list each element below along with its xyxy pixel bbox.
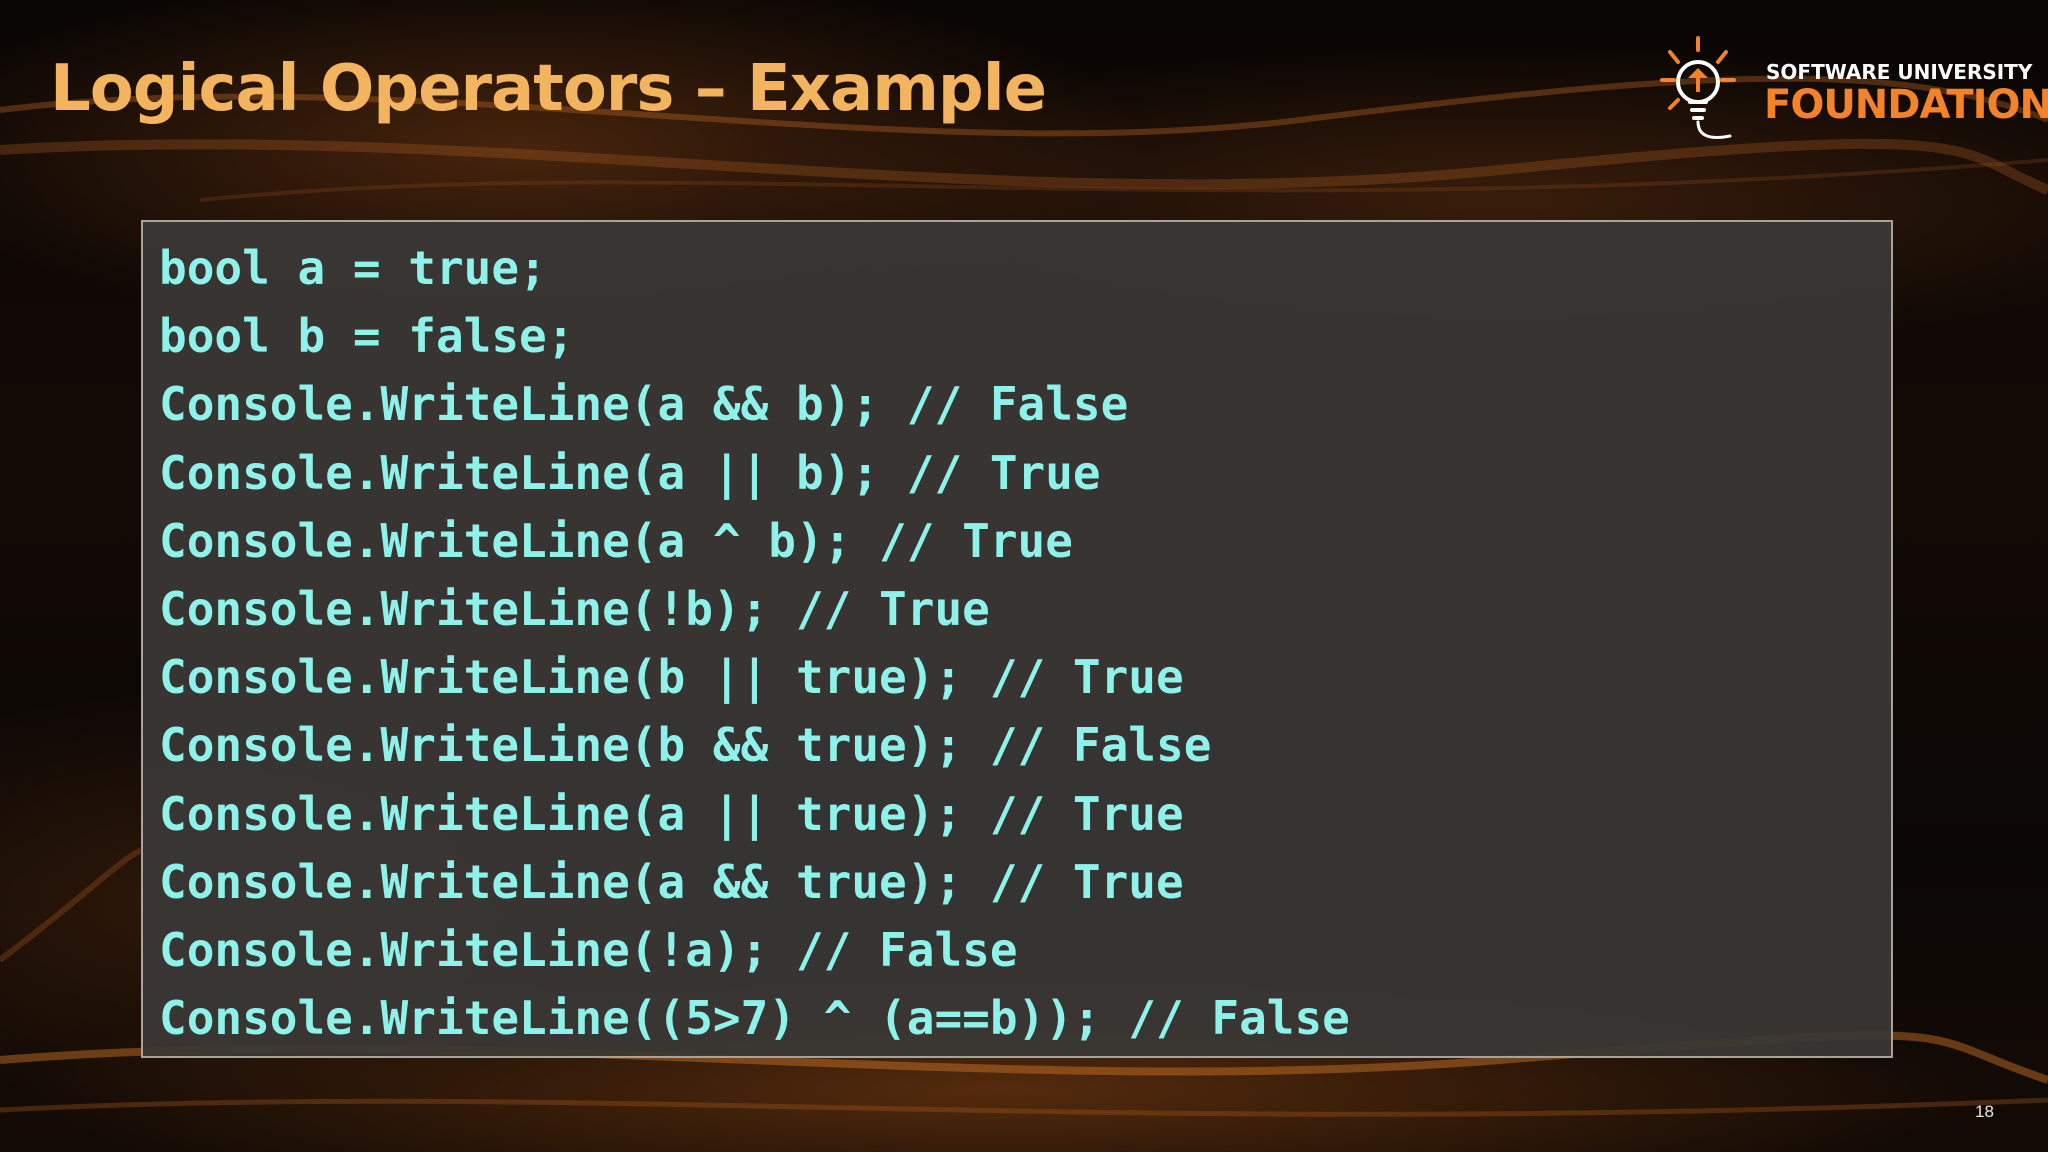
page-title: Logical Operators – Example: [50, 52, 1047, 126]
code-line: Console.WriteLine(b || true); // True: [159, 650, 1184, 705]
code-line: Console.WriteLine(!b); // True: [159, 581, 990, 636]
lightbulb-icon: [1660, 36, 1736, 139]
code-line: Console.WriteLine(b && true); // False: [159, 718, 1212, 773]
code-block: bool a = true; bool b = false; Console.W…: [141, 220, 1893, 1058]
code-line: Console.WriteLine(a && b); // False: [159, 377, 1129, 432]
softuni-foundation-logo: SOFTWARE UNIVERSITY FOUNDATION: [1650, 32, 2048, 152]
logo-text-top: SOFTWARE UNIVERSITY: [1766, 60, 2033, 84]
code-line: Console.WriteLine(a ^ b); // True: [159, 513, 1073, 568]
code-lines: bool a = true; bool b = false; Console.W…: [159, 234, 1350, 1052]
code-line: bool a = true;: [159, 241, 547, 295]
code-line: Console.WriteLine(a && true); // True: [159, 854, 1184, 909]
logo-text-bottom: FOUNDATION: [1764, 82, 2048, 128]
slide-number: 18: [1975, 1102, 1994, 1121]
code-line: bool b = false;: [159, 309, 575, 364]
slide: Logical Operators – Example SOFTWARE UNI…: [0, 0, 2048, 1152]
code-line: Console.WriteLine(a || b); // True: [159, 445, 1101, 500]
code-line: Console.WriteLine(!a); // False: [159, 922, 1018, 977]
code-line: Console.WriteLine(a || true); // True: [159, 786, 1184, 841]
code-line: Console.WriteLine((5>7) ^ (a==b)); // Fa…: [159, 991, 1350, 1046]
